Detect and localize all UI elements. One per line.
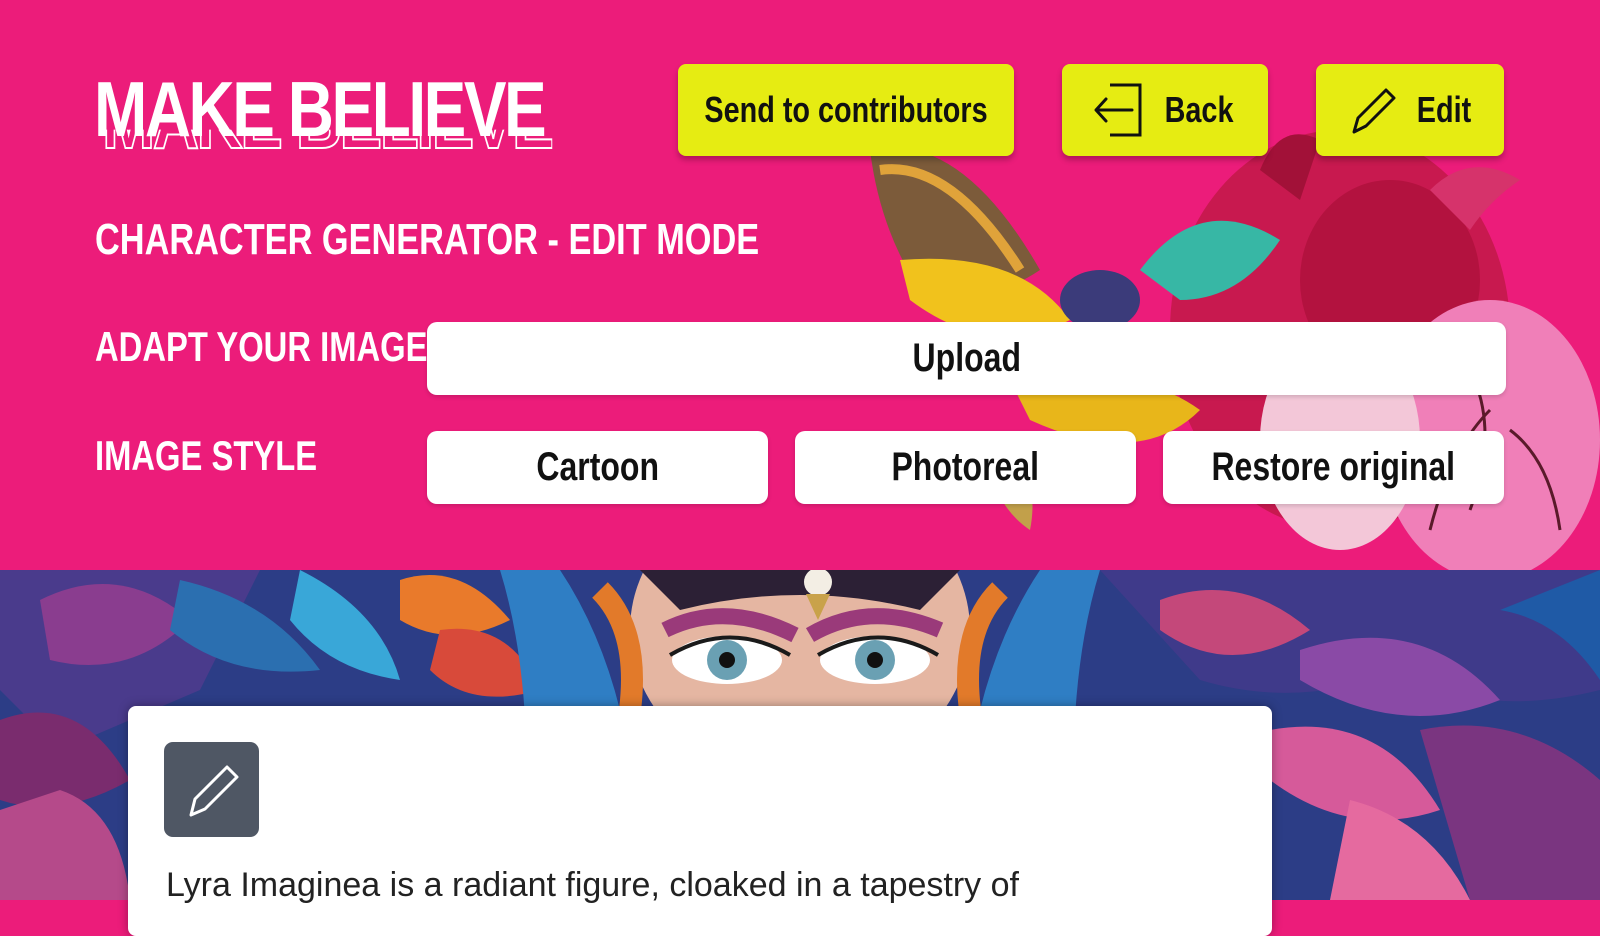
upload-label: Upload: [912, 336, 1021, 380]
character-description: Lyra Imaginea is a radiant figure, cloak…: [166, 866, 1019, 904]
adapt-image-label: ADAPT YOUR IMAGE: [95, 323, 428, 370]
page-subtitle: CHARACTER GENERATOR - EDIT MODE: [95, 215, 760, 264]
back-arrow-icon: [1094, 83, 1142, 137]
image-style-label: IMAGE STYLE: [95, 432, 318, 479]
edit-button[interactable]: Edit: [1316, 64, 1504, 156]
edit-label: Edit: [1416, 89, 1472, 130]
back-button[interactable]: Back: [1062, 64, 1268, 156]
make-believe-logo: MAKE BELIEVE MAKE BELIEVE: [94, 65, 553, 165]
restore-original-button[interactable]: Restore original: [1163, 431, 1504, 504]
edit-description-button[interactable]: [164, 742, 259, 837]
pencil-icon: [189, 765, 238, 816]
photoreal-style-button[interactable]: Photoreal: [795, 431, 1136, 504]
restore-original-label: Restore original: [1211, 445, 1456, 489]
header: MAKE BELIEVE MAKE BELIEVE Send to contri…: [0, 0, 1600, 570]
character-card: Lyra Imaginea is a radiant figure, cloak…: [128, 706, 1272, 936]
photoreal-label: Photoreal: [891, 445, 1040, 489]
cartoon-style-button[interactable]: Cartoon: [427, 431, 768, 504]
upload-button[interactable]: Upload: [427, 322, 1506, 395]
back-label: Back: [1164, 89, 1234, 130]
send-to-contributors-button[interactable]: Send to contributors: [678, 64, 1014, 156]
cartoon-label: Cartoon: [536, 445, 659, 489]
pencil-icon: [1352, 88, 1396, 134]
send-to-contributors-label: Send to contributors: [704, 89, 988, 130]
